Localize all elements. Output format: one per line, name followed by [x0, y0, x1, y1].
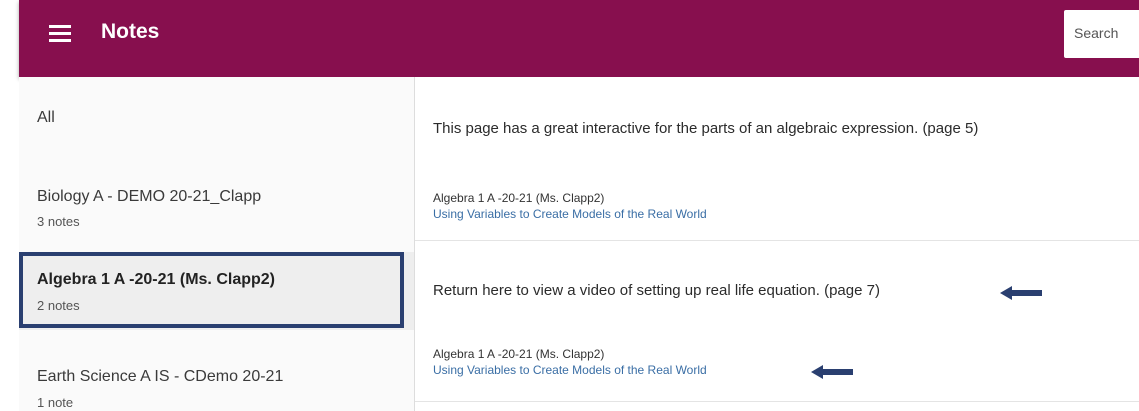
sidebar-item-label: Algebra 1 A -20-21 (Ms. Clapp2): [37, 271, 275, 288]
note-course: Algebra 1 A -20-21 (Ms. Clapp2): [433, 347, 605, 361]
search-box[interactable]: [1064, 10, 1139, 58]
app-window: Notes All Biology A - DEMO 20-21_Clapp 3…: [0, 0, 1139, 411]
sidebar-item-all[interactable]: All: [19, 77, 414, 172]
note-link[interactable]: Using Variables to Create Models of the …: [433, 363, 707, 377]
note-course: Algebra 1 A -20-21 (Ms. Clapp2): [433, 191, 605, 205]
note-link[interactable]: Using Variables to Create Models of the …: [433, 207, 707, 221]
app-header: Notes: [19, 0, 1139, 77]
sidebar-item-count: 2 notes: [37, 298, 80, 313]
note-card[interactable]: Return here to view a video of setting u…: [415, 241, 1139, 402]
notes-list: This page has a great interactive for th…: [415, 77, 1139, 411]
sidebar-item-count: 1 note: [37, 395, 74, 410]
sidebar-item-count: 3 notes: [37, 214, 80, 229]
annotation-arrow-icon: [811, 365, 853, 379]
annotation-arrow-icon: [1000, 286, 1042, 300]
page-title: Notes: [101, 20, 160, 43]
sidebar-item-label: All: [37, 109, 55, 126]
search-input[interactable]: [1064, 10, 1139, 56]
hamburger-menu-icon[interactable]: [49, 25, 71, 43]
note-text: Return here to view a video of setting u…: [433, 282, 880, 299]
sidebar-item-earth-science[interactable]: Earth Science A IS - CDemo 20-21 1 note: [19, 339, 414, 411]
sidebar-item-label: Earth Science A IS - CDemo 20-21: [37, 368, 284, 385]
annotation-highlight-box: [19, 252, 404, 328]
note-card[interactable]: This page has a great interactive for th…: [415, 77, 1139, 241]
note-text: This page has a great interactive for th…: [433, 120, 979, 137]
sidebar-item-label: Biology A - DEMO 20-21_Clapp: [37, 188, 262, 205]
course-sidebar: All Biology A - DEMO 20-21_Clapp 3 notes…: [19, 77, 415, 411]
sidebar-item-algebra[interactable]: Algebra 1 A -20-21 (Ms. Clapp2) 2 notes: [19, 252, 414, 330]
